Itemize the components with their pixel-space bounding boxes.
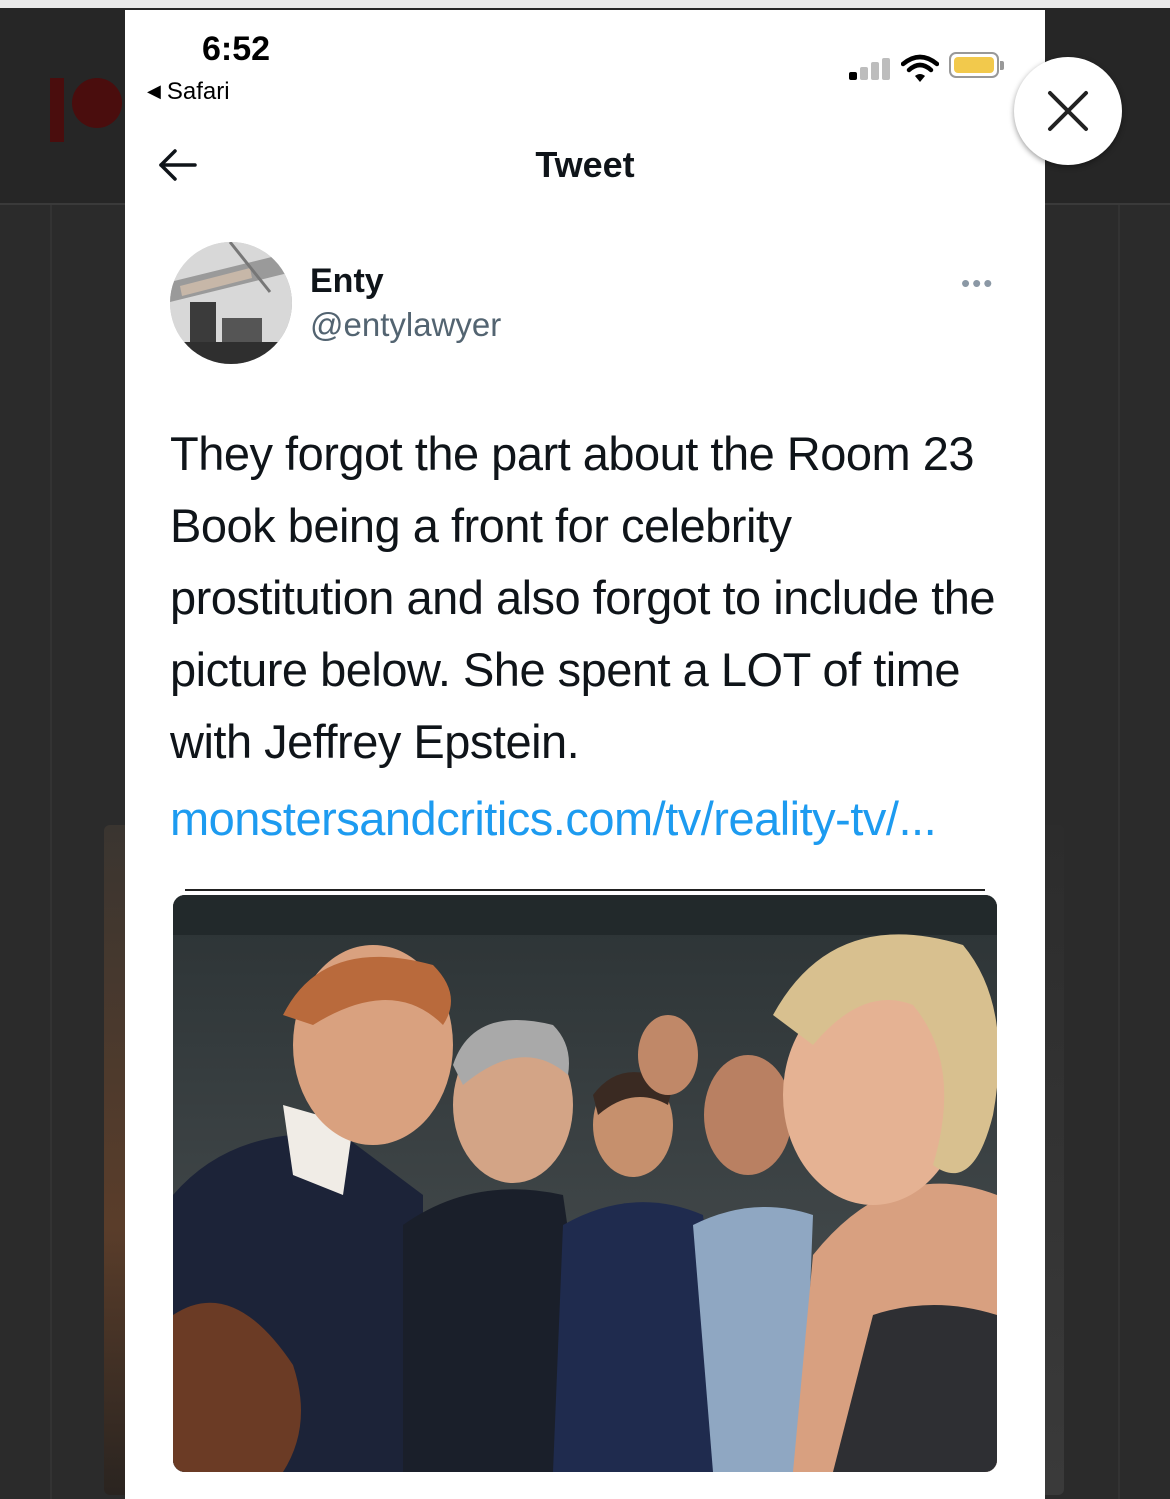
background-logo-bar bbox=[50, 78, 64, 142]
tweet-screenshot: 6:52 ◀ Safari Tweet Enty @entylawyer •••… bbox=[125, 10, 1045, 1499]
battery-fill bbox=[954, 57, 994, 73]
back-to-app[interactable]: ◀ Safari bbox=[147, 78, 230, 106]
tweet-photo[interactable] bbox=[173, 895, 997, 1472]
battery-icon bbox=[949, 52, 1004, 78]
page-title: Tweet bbox=[535, 144, 635, 185]
background-top-strip bbox=[0, 0, 1170, 8]
avatar-photo bbox=[170, 242, 292, 364]
tweet-text: They forgot the part about the Room 23 B… bbox=[170, 427, 996, 768]
more-options-icon[interactable]: ••• bbox=[961, 268, 994, 299]
close-icon bbox=[1048, 91, 1088, 131]
author-avatar[interactable] bbox=[170, 242, 292, 364]
photo-illustration bbox=[173, 895, 997, 1472]
tweet-link[interactable]: monstersandcritics.com/tv/reality-tv/... bbox=[170, 783, 1040, 855]
back-triangle-icon: ◀ bbox=[147, 81, 161, 101]
background-logo-icon bbox=[72, 78, 122, 128]
cellular-signal-icon bbox=[849, 58, 893, 80]
battery-nub bbox=[1000, 61, 1004, 70]
wifi-icon bbox=[901, 54, 939, 82]
author-name[interactable]: Enty bbox=[310, 262, 384, 301]
close-button[interactable] bbox=[1014, 57, 1122, 165]
back-app-label: Safari bbox=[166, 78, 230, 105]
author-handle: @entylawyer bbox=[310, 306, 502, 343]
background-column-divider bbox=[1118, 205, 1120, 1499]
status-time: 6:52 bbox=[202, 30, 271, 68]
media-top-divider bbox=[185, 889, 985, 891]
background-column-divider bbox=[50, 205, 52, 1499]
